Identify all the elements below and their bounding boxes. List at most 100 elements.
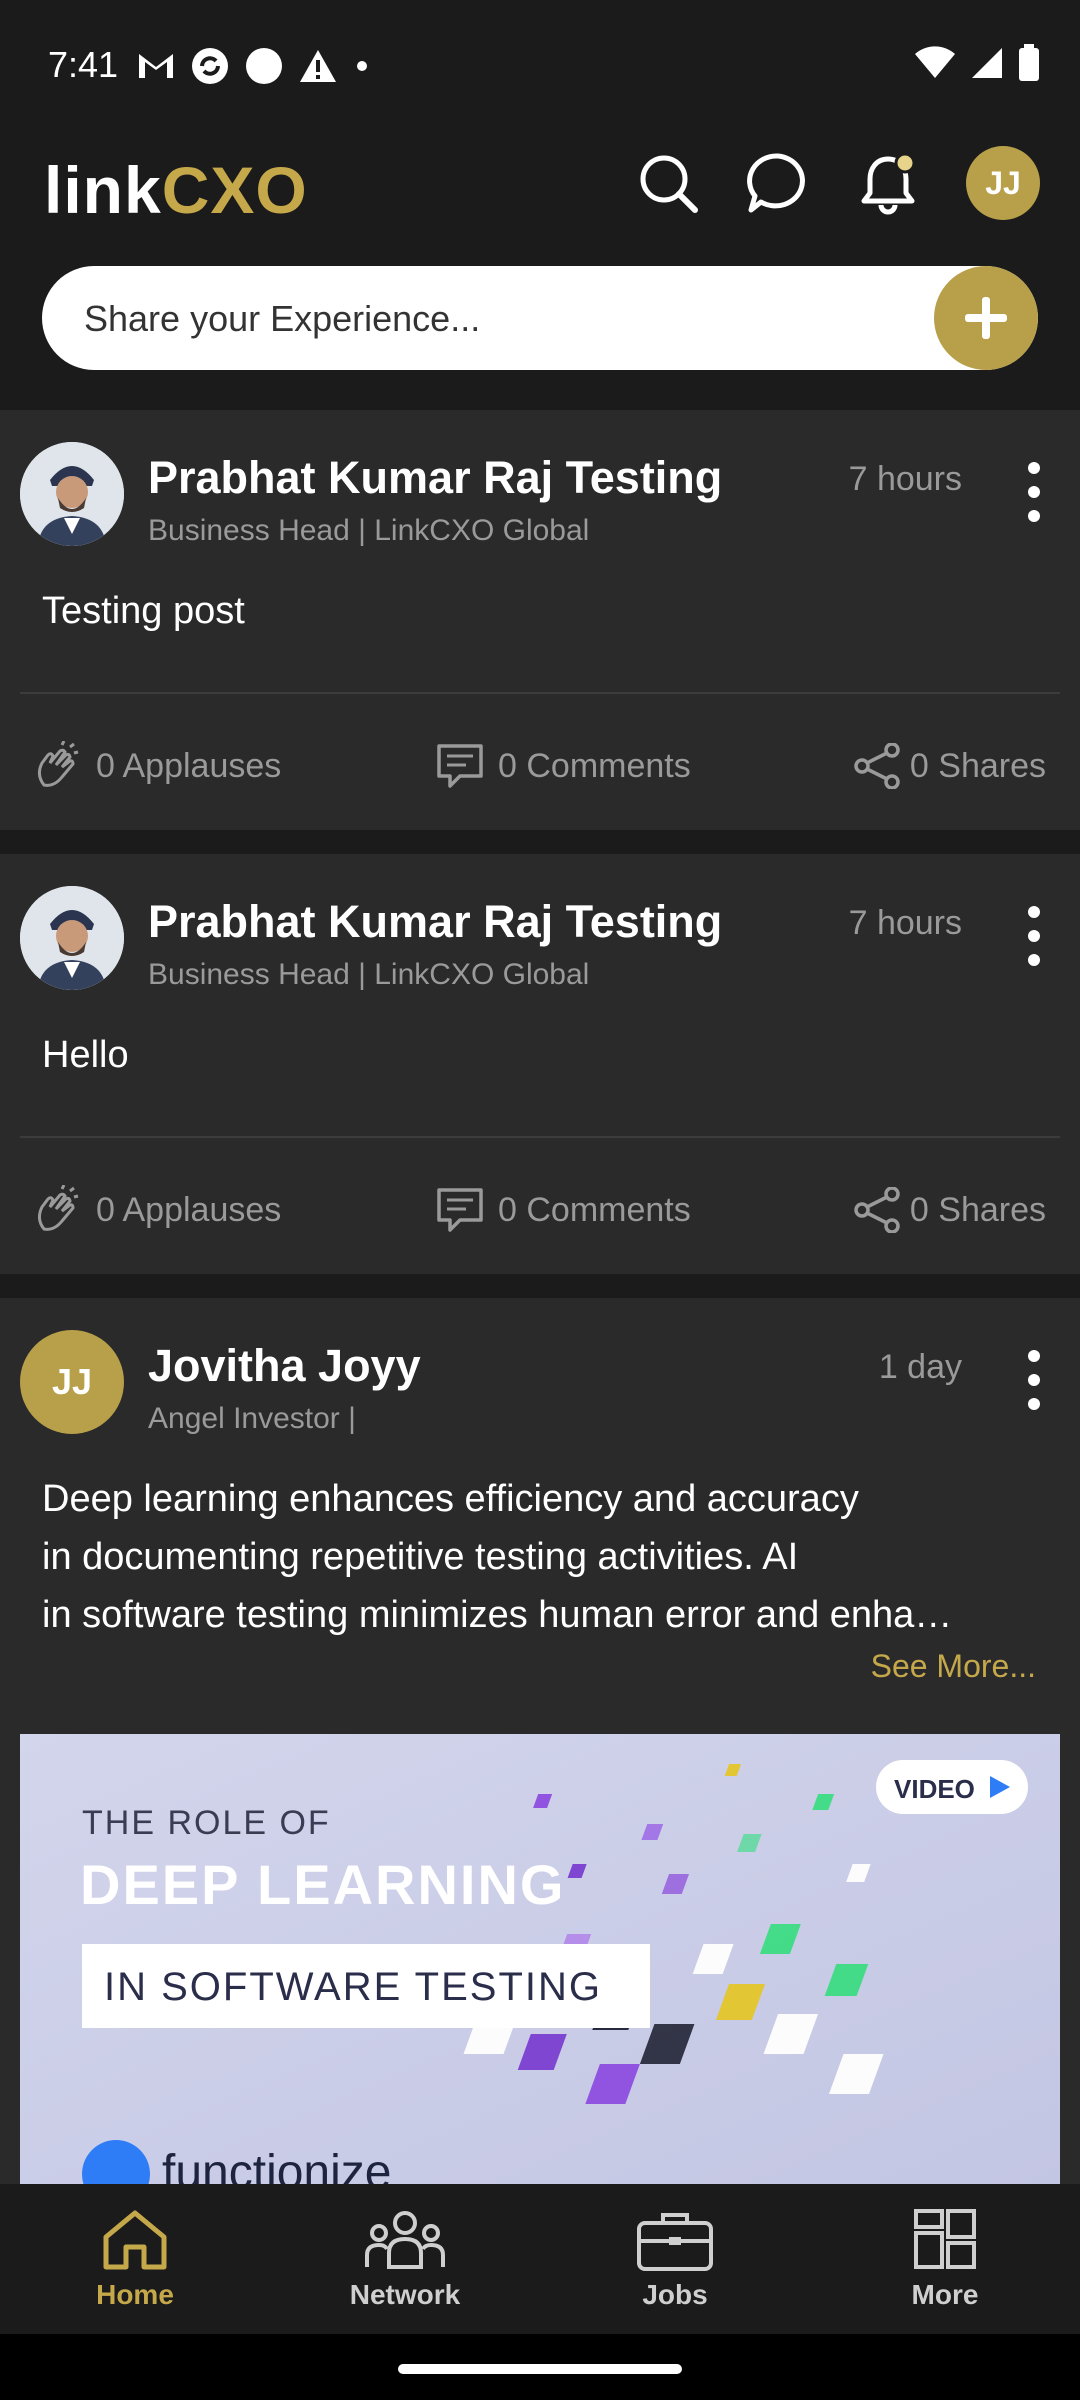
separator — [0, 1274, 1080, 1298]
search-icon — [640, 155, 698, 213]
share-button[interactable]: 0 Shares — [854, 743, 1046, 789]
post-timestamp: 1 day — [878, 1348, 962, 1386]
status-time: 7:41 — [48, 44, 119, 85]
author-avatar[interactable] — [20, 442, 124, 546]
dot-icon — [1028, 954, 1040, 966]
applause-button[interactable]: 0 Applauses — [32, 1185, 281, 1235]
dot-icon — [1028, 1374, 1040, 1386]
author-headline: Business Head | LinkCXO Global — [148, 514, 590, 547]
comment-button[interactable]: 0 Comments — [436, 1187, 691, 1233]
share-count: 0 Shares — [909, 1190, 1046, 1229]
video-badge-text: VIDEO — [894, 1774, 975, 1804]
comment-count: 0 Comments — [498, 746, 691, 785]
post-actions: 0 Applauses 0 Comments 0 Shares — [0, 726, 1080, 806]
post-card[interactable]: Prabhat Kumar Raj Testing Business Head … — [0, 410, 1080, 830]
comment-count: 0 Comments — [498, 1190, 691, 1229]
post-card[interactable]: Prabhat Kumar Raj Testing Business Head … — [0, 854, 1080, 1274]
nav-home[interactable]: Home — [0, 2184, 270, 2334]
applause-icon — [37, 1185, 79, 1231]
home-gesture-bar[interactable] — [398, 2364, 682, 2374]
dot-icon — [1028, 486, 1040, 498]
messages-button[interactable] — [746, 151, 810, 215]
comment-button[interactable]: 0 Comments — [436, 743, 691, 789]
thumbnail-line-3: IN SOFTWARE TESTING — [104, 1965, 602, 2009]
applause-count: 0 Applauses — [96, 1190, 282, 1229]
linkcxo-logo[interactable]: link CXO — [44, 152, 308, 228]
thumbnail-line-2: DEEP LEARNING — [80, 1853, 565, 1916]
more-options-button[interactable] — [1024, 906, 1044, 966]
nav-more[interactable]: More — [810, 2184, 1080, 2334]
grid-icon — [914, 2209, 976, 2269]
share-experience-input[interactable]: Share your Experience... — [84, 298, 480, 340]
author-headline: Angel Investor | — [148, 1402, 356, 1435]
nav-jobs[interactable]: Jobs — [540, 2184, 810, 2334]
profile-photo-icon — [20, 442, 124, 546]
author-name[interactable]: Prabhat Kumar Raj Testing — [148, 452, 722, 504]
dot-icon — [1028, 510, 1040, 522]
chat-bubble-icon — [747, 153, 805, 213]
post-text: Hello — [42, 1034, 129, 1076]
profile-avatar[interactable]: JJ — [966, 146, 1040, 220]
network-icon — [365, 2211, 445, 2269]
post-video-thumbnail[interactable]: VIDEO THE ROLE OF DEEP LEARNING IN SOFTW… — [20, 1734, 1060, 2184]
separator — [0, 830, 1080, 854]
nav-home-label: Home — [96, 2279, 174, 2310]
post-card[interactable]: JJ Jovitha Joyy Angel Investor | 1 day D… — [0, 1298, 1080, 2198]
divider — [20, 1136, 1060, 1138]
nav-jobs-label: Jobs — [642, 2279, 708, 2310]
wifi-icon — [915, 46, 955, 78]
header-actions: JJ — [636, 146, 1040, 220]
dot-icon — [1028, 1398, 1040, 1410]
nav-network[interactable]: Network — [270, 2184, 540, 2334]
more-options-button[interactable] — [1024, 1350, 1044, 1410]
plus-icon — [965, 297, 1007, 339]
battery-icon — [1019, 44, 1039, 81]
thumbnail-brand: functionize — [162, 2146, 391, 2184]
divider — [20, 692, 1060, 694]
post-text-line: Deep learning enhances efficiency and ac… — [42, 1478, 859, 1520]
notification-icons — [136, 46, 372, 86]
video-thumbnail-art: VIDEO THE ROLE OF DEEP LEARNING IN SOFTW… — [20, 1734, 1060, 2184]
sync-icon — [192, 48, 228, 84]
create-post-button[interactable] — [934, 266, 1038, 370]
search-button[interactable] — [636, 151, 700, 215]
notifications-button[interactable] — [856, 151, 920, 215]
system-gesture-area — [0, 2334, 1080, 2400]
author-avatar[interactable]: JJ — [20, 1330, 124, 1434]
post-timestamp: 7 hours — [848, 460, 962, 498]
dot-icon — [357, 61, 367, 71]
share-count: 0 Shares — [909, 746, 1046, 785]
author-headline: Business Head | LinkCXO Global — [148, 958, 590, 991]
share-icon — [854, 743, 900, 789]
dot-icon — [1028, 462, 1040, 474]
post-feed: Prabhat Kumar Raj Testing Business Head … — [0, 410, 1080, 2198]
applause-count: 0 Applauses — [96, 746, 282, 785]
home-icon — [103, 2210, 167, 2270]
share-icon — [854, 1187, 900, 1233]
dot-icon — [1028, 906, 1040, 918]
post-actions: 0 Applauses 0 Comments 0 Shares — [0, 1170, 1080, 1250]
post-text: Deep learning enhances efficiency and ac… — [42, 1470, 952, 1644]
more-options-button[interactable] — [1024, 462, 1044, 522]
author-avatar[interactable] — [20, 886, 124, 990]
share-button[interactable]: 0 Shares — [854, 1187, 1046, 1233]
post-text-line: in software testing minimizes human erro… — [42, 1594, 953, 1636]
profile-photo-icon — [20, 886, 124, 990]
share-experience-bar[interactable]: Share your Experience... — [42, 266, 1038, 370]
gmail-icon — [139, 54, 173, 78]
thumbnail-line-1: THE ROLE OF — [82, 1804, 331, 1842]
comment-icon — [437, 744, 483, 788]
warning-icon — [300, 50, 336, 82]
logo-text-link: link — [44, 153, 162, 227]
status-bar: 7:41 — [0, 0, 1080, 130]
post-text: Testing post — [42, 590, 245, 632]
nav-more-label: More — [911, 2279, 979, 2310]
applause-button[interactable]: 0 Applauses — [32, 741, 281, 791]
app-header: link CXO JJ Share your Experience... — [0, 130, 1080, 410]
see-more-link[interactable]: See More... — [871, 1648, 1036, 1685]
bottom-navigation: Home Network Jobs More — [0, 2184, 1080, 2334]
author-name[interactable]: Jovitha Joyy — [148, 1340, 421, 1392]
applause-icon — [37, 741, 79, 787]
author-name[interactable]: Prabhat Kumar Raj Testing — [148, 896, 722, 948]
comment-icon — [437, 1188, 483, 1232]
